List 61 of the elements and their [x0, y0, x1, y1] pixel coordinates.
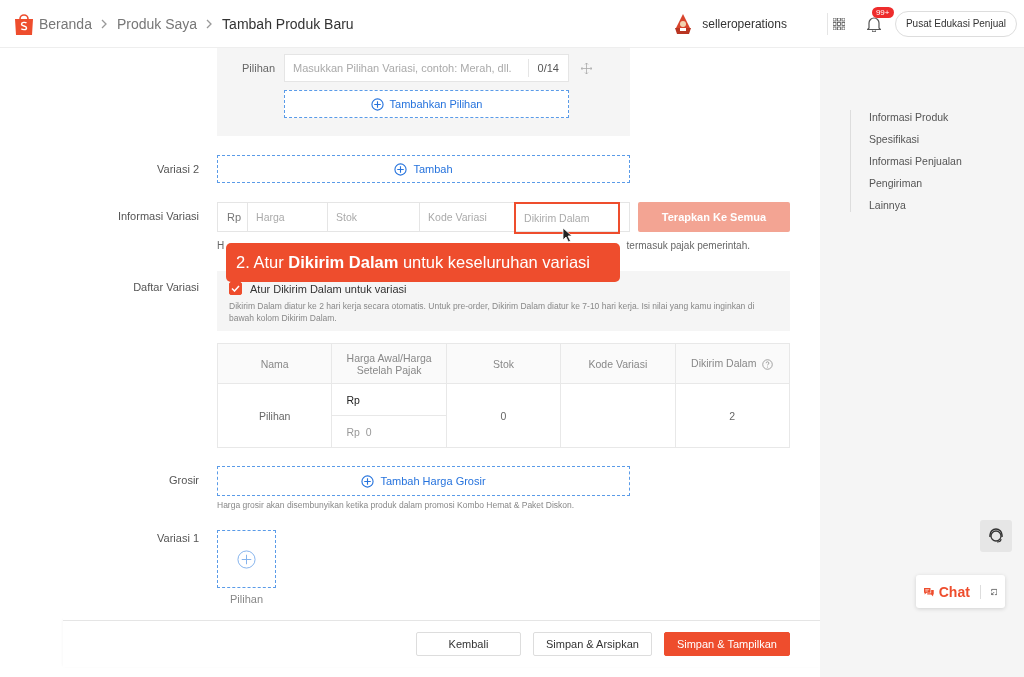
nav-link[interactable]: Pengiriman	[869, 176, 1024, 190]
text-input[interactable]: Masukkan Pilihan Variasi, contoh: Merah, dll.	[285, 55, 528, 81]
table-cell: Pilihan	[217, 383, 332, 448]
minimize-icon[interactable]	[990, 586, 997, 597]
price-field[interactable]: Rp	[331, 383, 447, 416]
chevron-right-icon	[100, 18, 108, 29]
support-button[interactable]	[980, 520, 1012, 552]
chat-widget[interactable]: Chat	[916, 575, 1005, 608]
plus-circle-icon	[361, 474, 375, 488]
breadcrumb-link[interactable]: Beranda	[39, 15, 92, 32]
apps-grid-icon[interactable]	[832, 17, 845, 30]
tooltip: 2. Atur Dikirim Dalam untuk keseluruhan variasi	[226, 243, 620, 282]
hint-text: H	[217, 239, 225, 253]
nav-link[interactable]: Lainnya	[869, 198, 1024, 212]
option-caption: Pilihan	[229, 593, 264, 605]
input-field[interactable]: Masukkan Pilihan Variasi, contoh: Merah, dll. 0/14	[284, 54, 569, 82]
plus-circle-icon	[237, 549, 256, 569]
column-header: Stok	[446, 343, 561, 384]
checkbox[interactable]	[229, 282, 242, 295]
help-center-button[interactable]: Pusat Edukasi Penjual	[894, 10, 1017, 37]
input-field[interactable]: Dikirim Dalam	[514, 202, 621, 234]
avatar-icon	[673, 12, 694, 35]
column-header: Harga Awal/Harga Setelah Pajak	[331, 343, 447, 384]
shopping-bag-logo-icon[interactable]	[14, 12, 34, 35]
footer-button[interactable]: Kembali	[416, 632, 521, 656]
character-counter: 0/14	[527, 59, 568, 77]
add-variation-button[interactable]: Tambah	[217, 155, 630, 183]
add-image-button[interactable]	[217, 530, 276, 588]
plus-circle-icon	[394, 162, 408, 176]
column-header: Kode Variasi	[560, 343, 676, 384]
username: selleroperations	[702, 16, 787, 31]
bell-icon[interactable]	[866, 15, 881, 32]
nav-link[interactable]: Informasi Penjualan	[869, 154, 1024, 168]
field-label: Informasi Variasi	[116, 209, 199, 224]
help-icon	[762, 358, 774, 370]
hint-text: termasuk pajak pemerintah.	[626, 239, 750, 253]
chevron-right-icon	[206, 18, 214, 29]
cursor-icon	[562, 227, 573, 243]
field-label: Variasi 1	[156, 531, 199, 546]
field-label: Grosir	[168, 473, 199, 488]
add-option-button[interactable]: Tambahkan Pilihan	[284, 90, 569, 118]
headset-icon	[987, 527, 1005, 545]
footer-button[interactable]: Simpan & Arsipkan	[533, 632, 652, 656]
table-cell: 2	[675, 383, 790, 448]
breadcrumb-link[interactable]: Produk Saya	[116, 15, 198, 32]
note-text: Harga grosir akan disembunyikan ketika produk dalam promosi Kombo Hemat & Paket Diskon.	[217, 500, 576, 510]
field-label: Daftar Variasi	[132, 280, 199, 295]
column-header: Nama	[217, 343, 332, 384]
nav-link[interactable]: Informasi Produk	[869, 110, 1024, 124]
plus-circle-icon	[370, 97, 384, 111]
nav-link[interactable]: Spesifikasi	[869, 132, 1024, 146]
column-header: Dikirim Dalam	[675, 343, 790, 384]
field-label: Variasi 2	[156, 162, 199, 177]
currency-label: Rp	[226, 210, 243, 225]
notification-badge: 99+	[871, 6, 894, 18]
table-cell: 0	[446, 383, 561, 448]
checkbox-label: Atur Dikirim Dalam untuk variasi	[250, 282, 407, 295]
chat-label: Chat	[938, 583, 970, 600]
save-publish-button[interactable]: Simpan & Tampilkan	[663, 632, 790, 656]
add-wholesale-button[interactable]: Tambah Harga Grosir	[217, 466, 630, 496]
note-text: Dikirim Dalam diatur ke 2 hari kerja secara otomatis. Untuk pre-order, Dikirim Dalam diatur ke 7-10 hari kerja. Isi nilai yang kamu inginkan di bawah kolom Dikirim Dalam.	[229, 300, 756, 324]
